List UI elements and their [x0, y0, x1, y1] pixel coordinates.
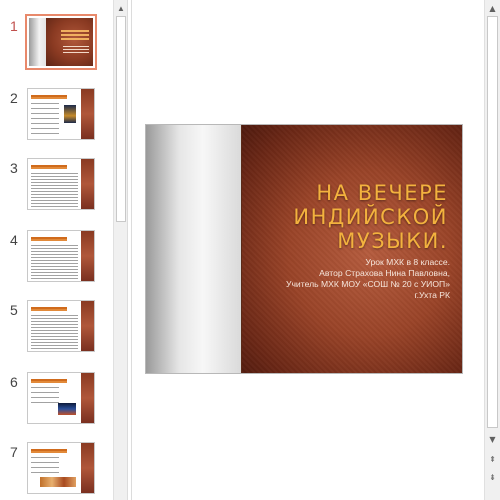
scroll-up-icon[interactable]: ▲ [115, 1, 127, 15]
slide-number: 1 [10, 18, 18, 34]
next-slide-icon[interactable]: ⇟ [486, 470, 499, 484]
slide-editing-area[interactable]: НА ВЕЧЕРЕ ИНДИЙСКОЙ МУЗЫКИ. Урок МХК в 8… [132, 0, 484, 500]
slide-thumbnail-pane[interactable]: 1 2 3 4 5 6 7 [0, 0, 113, 500]
current-slide[interactable]: НА ВЕЧЕРЕ ИНДИЙСКОЙ МУЗЫКИ. Урок МХК в 8… [145, 124, 463, 374]
subtitle-line: Автор Страхова Нина Павловна, [319, 268, 450, 278]
thumbnail-scroll-thumb[interactable] [116, 16, 126, 222]
slide-number: 6 [10, 374, 18, 390]
thumbnail-preview[interactable] [27, 300, 95, 352]
slide-thumbnail-3[interactable]: 3 [0, 158, 113, 220]
thumbnail-preview[interactable] [27, 88, 95, 140]
subtitle-line: Учитель МХК МОУ «СОШ № 20 с УИОП» [286, 279, 450, 289]
scroll-up-icon[interactable]: ▲ [486, 1, 499, 15]
title-line: МУЗЫКИ. [337, 229, 448, 253]
slide-number: 3 [10, 160, 18, 176]
subtitle-line: г.Ухта РК [414, 290, 451, 300]
slide-scrollbar[interactable]: ▲ ▼ ⇞ ⇟ [484, 0, 500, 500]
thumbnail-preview[interactable] [27, 158, 95, 210]
title-line: НА ВЕЧЕРЕ [316, 181, 448, 205]
slide-thumbnail-4[interactable]: 4 [0, 230, 113, 292]
slide-number: 5 [10, 302, 18, 318]
slide-thumbnail-1[interactable]: 1 [0, 14, 113, 78]
slide-subtitle[interactable]: Урок МХК в 8 классе. Автор Страхова Нина… [240, 257, 450, 301]
slide-number: 4 [10, 232, 18, 248]
slide-thumbnail-5[interactable]: 5 [0, 300, 113, 362]
slide-number: 7 [10, 444, 18, 460]
subtitle-line: Урок МХК в 8 классе. [365, 257, 450, 267]
thumbnail-scrollbar[interactable]: ▲ [113, 0, 127, 500]
slide-title[interactable]: НА ВЕЧЕРЕ ИНДИЙСКОЙ МУЗЫКИ. [248, 181, 448, 253]
slide-scroll-thumb[interactable] [487, 16, 498, 428]
slide-number: 2 [10, 90, 18, 106]
slide-thumbnail-2[interactable]: 2 [0, 88, 113, 150]
thumbnail-preview[interactable] [25, 14, 97, 70]
slide-gray-panel [146, 125, 242, 373]
thumbnail-preview[interactable] [27, 230, 95, 282]
slide-thumbnail-6[interactable]: 6 [0, 372, 113, 434]
title-line: ИНДИЙСКОЙ [293, 205, 448, 229]
thumbnail-preview[interactable] [27, 442, 95, 494]
slide-thumbnail-7[interactable]: 7 [0, 442, 113, 500]
thumbnail-preview[interactable] [27, 372, 95, 424]
scroll-down-icon[interactable]: ▼ [486, 432, 499, 446]
previous-slide-icon[interactable]: ⇞ [486, 452, 499, 466]
